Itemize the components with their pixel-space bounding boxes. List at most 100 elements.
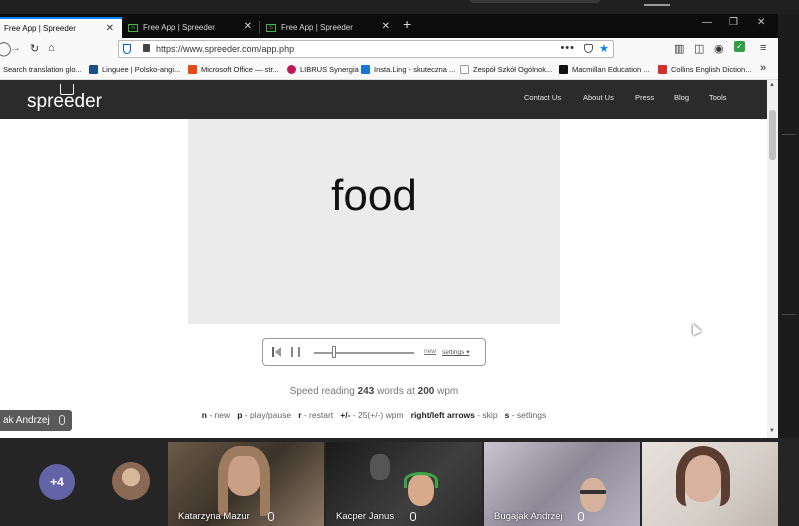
shortcut-desc: - 25(+/-) wpm — [350, 410, 404, 420]
divider — [782, 314, 796, 315]
home-icon[interactable]: ⌂ — [48, 42, 55, 54]
settings-dropdown[interactable]: settings ▾ — [442, 348, 469, 356]
participant-avatar[interactable] — [112, 462, 150, 500]
scroll-down-icon[interactable]: ▼ — [769, 428, 775, 434]
bookmark-label: Zespół Szkół Ogólnok... — [473, 65, 553, 74]
nav-tools[interactable]: Tools — [709, 93, 727, 102]
tab-3[interactable]: S Free App | Spreeder ✕ — [262, 17, 398, 38]
bookmark-label: Microsoft Office — str... — [201, 65, 279, 74]
tab-separator — [259, 21, 260, 34]
participant-tile[interactable]: Kacper Janus — [326, 442, 482, 526]
tab-strip: Free App | Spreeder ✕ S Free App | Spree… — [0, 14, 778, 38]
extension-check-icon[interactable]: ✓ — [734, 41, 745, 52]
scroll-up-icon[interactable]: ▲ — [769, 82, 775, 88]
lock-icon[interactable] — [143, 44, 150, 52]
wpm-value: 200 — [417, 386, 435, 397]
tab-1[interactable]: Free App | Spreeder ✕ — [0, 17, 122, 38]
new-button[interactable]: new — [424, 348, 436, 355]
bookmarks-bar: Search translation glo... Linguee | Pols… — [0, 60, 778, 80]
page-actions-menu-icon[interactable]: ••• — [560, 42, 575, 54]
collins-icon — [658, 65, 667, 74]
video-call-bar: +4 Katarzyna Mazur Kacper Janus Bugajak … — [0, 438, 799, 526]
nav-about-us[interactable]: About Us — [583, 93, 614, 102]
headphones — [404, 472, 438, 488]
nav-contact-us[interactable]: Contact Us — [524, 93, 561, 102]
url-text[interactable]: https://www.spreeder.com/app.php — [156, 44, 294, 54]
bookmark-star-icon[interactable]: ★ — [599, 42, 609, 55]
forward-icon[interactable]: → — [10, 42, 21, 54]
mic-muted-icon — [410, 512, 416, 521]
active-speaker-name: ak Andrzej — [3, 415, 50, 426]
restore-icon[interactable]: ❐ — [729, 17, 738, 28]
spreeder-favicon-icon: S — [128, 23, 138, 32]
web-page: spreeder Contact Us About Us Press Blog … — [0, 80, 767, 438]
close-tab-icon[interactable]: ✕ — [106, 23, 114, 34]
microphone — [370, 454, 390, 480]
linguee-icon — [89, 65, 98, 74]
account-icon[interactable]: ◉ — [714, 42, 724, 55]
bookmark-item[interactable]: LIBRUS Synergia — [287, 65, 359, 74]
minimize-icon[interactable]: — — [702, 17, 712, 28]
bookmark-item[interactable]: Zespół Szkół Ogólnok... — [460, 65, 552, 74]
tab-2[interactable]: S Free App | Spreeder ✕ — [124, 17, 260, 38]
bookmark-label: Search translation glo... — [3, 65, 82, 74]
bookmark-item[interactable]: Search translation glo... — [3, 65, 82, 74]
bookmarks-overflow-icon[interactable]: » — [760, 62, 766, 74]
speed-info: Speed reading 243 words at 200 wpm — [0, 386, 748, 397]
new-tab-icon[interactable]: + — [403, 16, 411, 32]
pause-icon[interactable] — [291, 347, 300, 357]
participant-video — [580, 478, 606, 512]
macmillan-icon — [559, 65, 568, 74]
bookmark-label: LIBRUS Synergia — [300, 65, 359, 74]
close-tab-icon[interactable]: ✕ — [382, 21, 390, 32]
current-word: food — [331, 171, 417, 220]
bookmark-item[interactable]: Macmillan Education ... — [559, 65, 650, 74]
reload-icon[interactable]: ↻ — [30, 42, 39, 55]
nav-blog[interactable]: Blog — [674, 93, 689, 102]
speed-slider-thumb[interactable] — [332, 346, 336, 358]
more-participants-button[interactable]: +4 — [39, 464, 75, 500]
bookmark-item[interactable]: Collins English Diction... — [658, 65, 751, 74]
tracking-protection-shield-icon[interactable] — [123, 44, 131, 54]
participant-tile[interactable]: Bugajak Andrzej — [484, 442, 640, 526]
close-tab-icon[interactable]: ✕ — [244, 21, 252, 32]
bookmark-item[interactable]: Insta.Ling - skuteczna ... — [361, 65, 455, 74]
close-window-icon[interactable]: ✕ — [757, 17, 765, 28]
mic-muted-icon — [268, 512, 274, 521]
speed-slider[interactable] — [314, 352, 414, 354]
bookmark-label: Macmillan Education ... — [572, 65, 650, 74]
participant-tile[interactable] — [642, 442, 778, 526]
divider — [782, 134, 796, 135]
active-speaker-tag: ak Andrzej — [0, 410, 72, 431]
bookmark-label: Insta.Ling - skuteczna ... — [374, 65, 456, 74]
nav-press[interactable]: Press — [635, 93, 654, 102]
shortcut-desc: - settings — [509, 410, 547, 420]
scroll-thumb[interactable] — [769, 110, 776, 160]
top-search-pill — [470, 0, 600, 3]
tab-1-label: Free App | Spreeder — [4, 24, 76, 33]
word-count: 243 — [357, 386, 375, 397]
participant-hair — [676, 446, 730, 506]
bookmark-item[interactable]: Microsoft Office — str... — [188, 65, 279, 74]
library-icon[interactable]: ▥ — [674, 42, 684, 55]
hamburger-menu-icon[interactable]: ≡ — [760, 42, 766, 54]
page-icon — [460, 65, 469, 74]
shortcut-desc: - play/pause — [242, 410, 292, 420]
url-bar[interactable]: https://www.spreeder.com/app.php ••• ★ — [118, 40, 614, 58]
bookmark-item[interactable]: Linguee | Polsko-angi... — [89, 65, 180, 74]
pocket-icon[interactable] — [584, 44, 593, 53]
sidebar-icon[interactable]: ◫ — [694, 42, 704, 55]
librus-icon — [287, 65, 296, 74]
mic-muted-icon — [58, 415, 65, 425]
reader-controls: new settings ▾ — [262, 338, 486, 366]
tab-2-label: Free App | Spreeder — [143, 23, 215, 32]
reading-display: food — [188, 119, 560, 324]
top-system-strip — [0, 0, 799, 14]
page-scrollbar[interactable]: ▲ ▼ — [767, 80, 778, 438]
participant-tile[interactable]: Katarzyna Mazur — [168, 442, 324, 526]
call-side-strip — [778, 14, 799, 438]
shortcut-key: right/left arrows — [410, 410, 475, 420]
shortcut-desc: - skip — [474, 410, 498, 420]
restart-icon[interactable] — [272, 347, 282, 357]
book-logo-icon — [60, 84, 74, 95]
